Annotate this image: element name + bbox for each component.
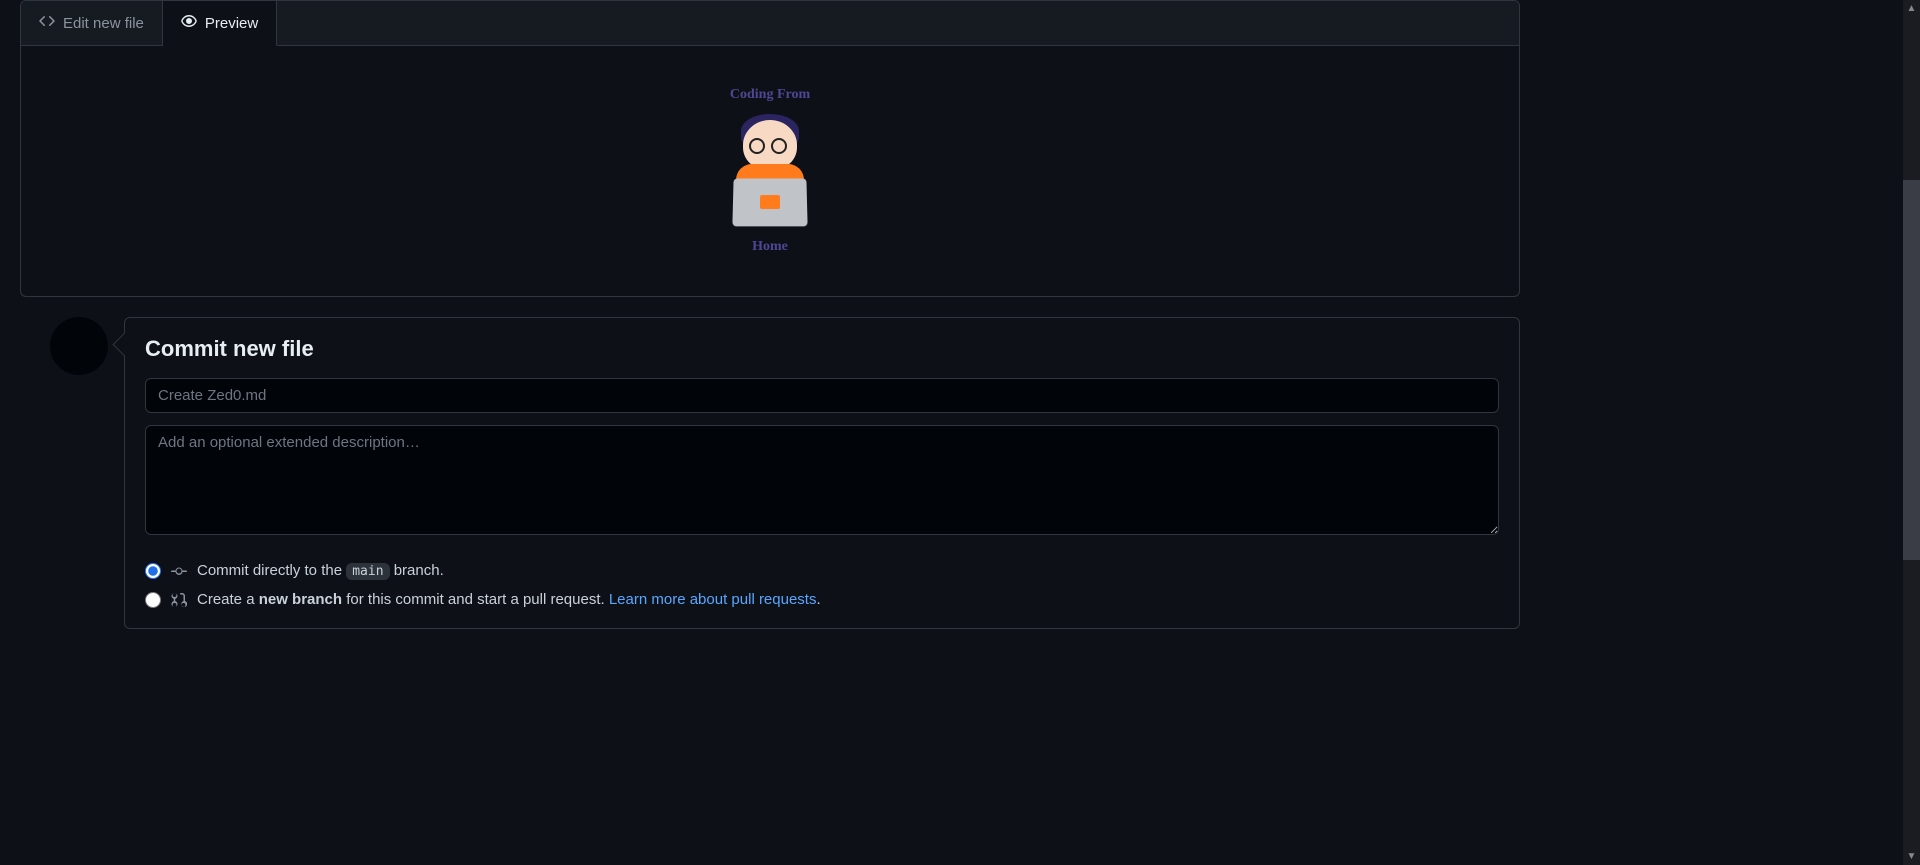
branch-pill: main	[346, 563, 389, 580]
editor-container: Edit new file Preview Coding From Ho	[20, 0, 1520, 297]
learn-more-link[interactable]: Learn more about pull requests	[609, 591, 817, 608]
avatar[interactable]	[50, 317, 108, 375]
tab-preview[interactable]: Preview	[163, 1, 277, 46]
scrollbar-thumb[interactable]	[1903, 180, 1920, 560]
option-direct-text: Commit directly to the main branch.	[197, 562, 444, 579]
scroll-down-arrow-icon[interactable]: ▼	[1903, 848, 1920, 865]
option-newbranch-text: Create a new branch for this commit and …	[197, 591, 821, 608]
tab-preview-label: Preview	[205, 15, 258, 32]
commit-description-input[interactable]	[145, 425, 1499, 535]
commit-form: Commit new file Commit directly to the m…	[124, 317, 1520, 629]
preview-area: Coding From Home	[21, 46, 1519, 296]
illustration-text-top: Coding From	[730, 87, 810, 103]
commit-summary-input[interactable]	[145, 378, 1499, 413]
scroll-up-arrow-icon[interactable]: ▲	[1903, 0, 1920, 17]
illustration-text-bottom: Home	[752, 239, 788, 255]
commit-option-newbranch[interactable]: Create a new branch for this commit and …	[145, 591, 1499, 608]
commit-option-direct[interactable]: Commit directly to the main branch.	[145, 562, 1499, 579]
code-icon	[39, 13, 55, 33]
radio-direct[interactable]	[145, 563, 161, 579]
eye-icon	[181, 13, 197, 33]
commit-heading: Commit new file	[145, 336, 1499, 362]
preview-illustration: Coding From Home	[700, 91, 840, 251]
editor-tabs: Edit new file Preview	[21, 1, 1519, 46]
git-commit-icon	[171, 563, 187, 579]
tab-edit-label: Edit new file	[63, 15, 144, 32]
tab-edit[interactable]: Edit new file	[21, 1, 163, 45]
scrollbar[interactable]: ▲ ▼	[1903, 0, 1920, 865]
git-pull-request-icon	[171, 592, 187, 608]
radio-newbranch[interactable]	[145, 592, 161, 608]
